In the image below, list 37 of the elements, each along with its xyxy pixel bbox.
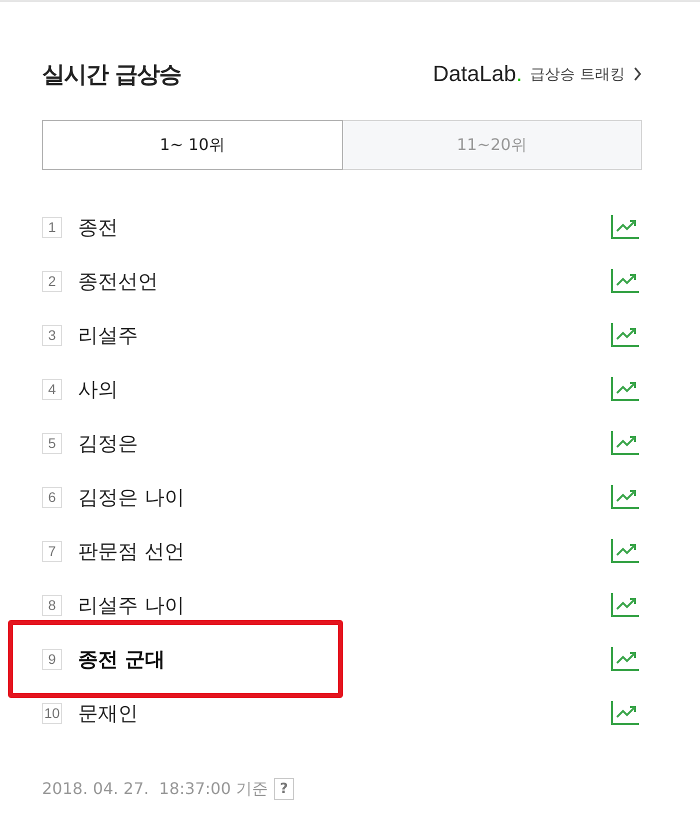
brand-logo[interactable]: DataLab. (432, 61, 522, 87)
rank-number: 5 (42, 432, 62, 454)
rank-number: 8 (42, 594, 62, 616)
keyword-link[interactable]: 종전선언 (78, 268, 610, 294)
keyword-link[interactable]: 리설주 (78, 322, 610, 348)
help-button[interactable]: ? (274, 778, 294, 800)
keyword-link[interactable]: 종전 (78, 214, 610, 240)
trend-chart-icon[interactable] (610, 645, 640, 673)
trend-chart-icon[interactable] (610, 699, 640, 727)
keyword-link[interactable]: 리설주 나이 (78, 592, 610, 618)
rank-number: 4 (42, 378, 62, 400)
rank-number: 10 (42, 702, 62, 724)
rank-number: 9 (42, 648, 62, 670)
trend-chart-icon[interactable] (610, 321, 640, 349)
trend-chart-icon[interactable] (610, 267, 640, 295)
trend-chart-icon[interactable] (610, 429, 640, 457)
rank-tab[interactable]: 1~ 10위 (42, 120, 342, 170)
rank-number: 2 (42, 270, 62, 292)
keyword-link[interactable]: 문재인 (78, 700, 610, 726)
panel-title: 실시간 급상승 (42, 60, 182, 90)
trend-chart-icon[interactable] (610, 591, 640, 619)
trend-chart-icon[interactable] (610, 483, 640, 511)
keyword-link[interactable]: 종전 군대 (78, 646, 610, 672)
keyword-link[interactable]: 김정은 (78, 430, 610, 456)
trend-chart-icon[interactable] (610, 375, 640, 403)
keyword-link[interactable]: 판문점 선언 (78, 538, 610, 564)
trend-chart-icon[interactable] (610, 213, 640, 241)
rank-number: 1 (42, 216, 62, 238)
keyword-link[interactable]: 김정은 나이 (78, 484, 610, 510)
tracking-link[interactable]: 급상승 트래킹 (530, 64, 625, 84)
rank-number: 3 (42, 324, 62, 346)
rank-number: 6 (42, 486, 62, 508)
trend-chart-icon[interactable] (610, 537, 640, 565)
rank-number: 7 (42, 540, 62, 562)
chevron-right-icon[interactable] (633, 67, 642, 81)
timestamp-text: 2018. 04. 27. 18:37:00 기준 (42, 778, 268, 800)
keyword-link[interactable]: 사의 (78, 376, 610, 402)
